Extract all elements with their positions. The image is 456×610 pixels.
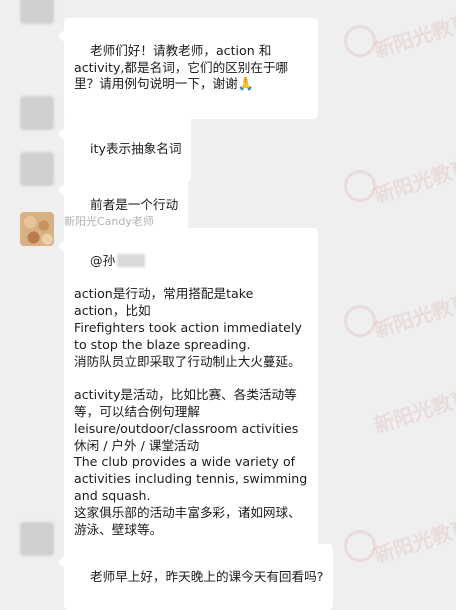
watermark-logo-icon	[344, 25, 376, 57]
watermark-logo-icon	[344, 305, 376, 337]
watermark: 新阳光教育	[371, 384, 456, 438]
avatar[interactable]	[20, 212, 54, 246]
avatar[interactable]	[20, 96, 54, 130]
watermark: 新阳光教育	[371, 154, 456, 208]
message-text: 老师早上好，昨天晚上的课今天有回看吗?	[90, 568, 324, 584]
watermark: 新阳光教育	[371, 514, 456, 568]
watermark-logo-icon	[344, 530, 376, 562]
pray-emoji-icon: 🙏	[237, 77, 254, 93]
message-text: 老师们好！请教老师，action 和activity,都是名词，它们的区别在于哪…	[74, 42, 289, 92]
sender-name: 新阳光Candy老师	[64, 215, 154, 228]
message-text: action是行动，常用搭配是take action，比如 Firefighte…	[74, 286, 308, 537]
message-bubble[interactable]: 老师早上好，昨天晚上的课今天有回看吗?	[57, 544, 334, 610]
avatar[interactable]	[20, 0, 54, 24]
watermark-logo-icon	[344, 170, 376, 202]
message-bubble[interactable]: 老师们好！请教老师，action 和activity,都是名词，它们的区别在于哪…	[58, 18, 318, 119]
mention[interactable]: @孙	[90, 253, 115, 268]
avatar[interactable]	[20, 522, 54, 556]
message-bubble[interactable]: @孙 action是行动，常用搭配是take action，比如 Firefig…	[58, 228, 318, 580]
watermark: 新阳光教育	[371, 289, 456, 343]
redacted-name	[117, 253, 146, 267]
message-text: 前者是一个行动	[90, 196, 179, 212]
watermark: 新阳光教育	[371, 9, 456, 63]
message-text: ity表示抽象名词	[90, 140, 182, 156]
avatar[interactable]	[20, 152, 54, 186]
